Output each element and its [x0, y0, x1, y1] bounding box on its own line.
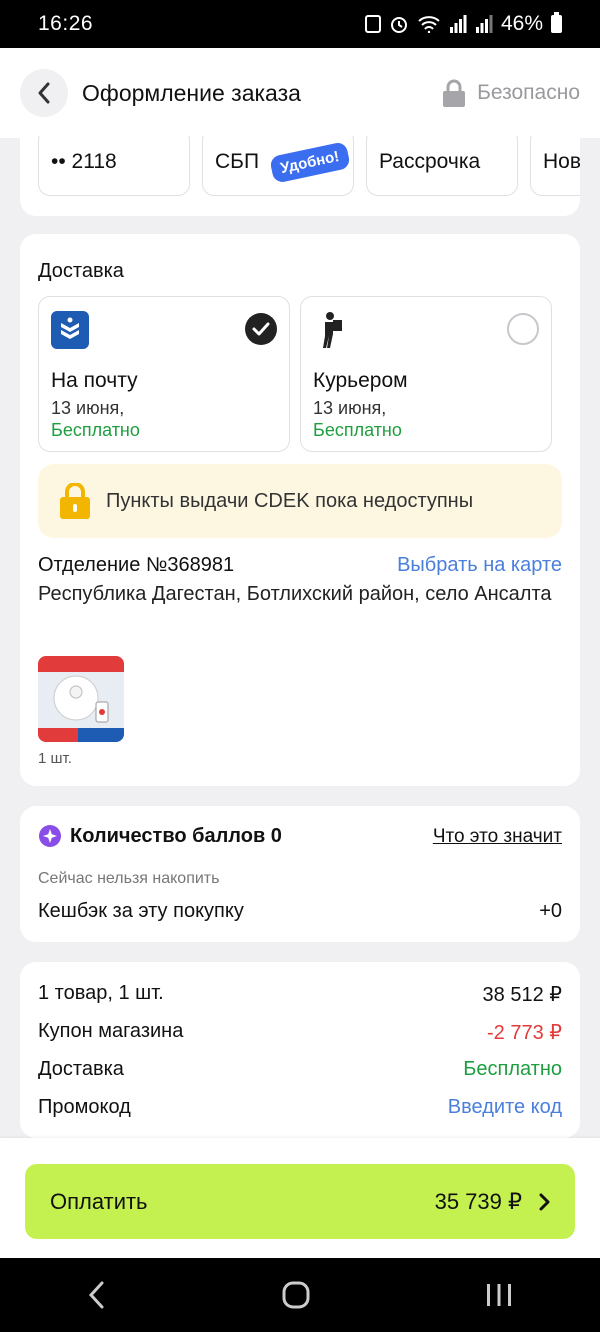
order-summary-card: 1 товар, 1 шт. 38 512 ₽ Купон магазина -…	[20, 962, 580, 1138]
delivery-option-courier[interactable]: Курьером 13 июня, Бесплатно	[300, 296, 552, 452]
russian-post-icon	[51, 311, 89, 354]
payment-methods-card: •• 2118 СБП Удобно! Рассрочка Нова	[20, 136, 580, 216]
payment-option-sbp[interactable]: СБП Удобно!	[202, 136, 354, 196]
summary-items-row: 1 товар, 1 шт. 38 512 ₽	[38, 982, 562, 1007]
payment-option-card[interactable]: •• 2118	[38, 136, 190, 196]
cashback-row: Кешбэк за эту покупку +0	[38, 900, 562, 923]
coupon-value: -2 773 ₽	[487, 1022, 562, 1044]
delivery-label: Доставка	[38, 1058, 124, 1080]
payment-option-installment[interactable]: Рассрочка	[366, 136, 518, 196]
payment-sbp-label: СБП	[215, 150, 260, 173]
delivery-option-name: Курьером	[313, 369, 408, 392]
bottom-pay-panel: Оплатить 35 739 ₽	[0, 1138, 600, 1258]
status-time: 16:26	[38, 12, 94, 35]
chevron-left-icon	[38, 82, 50, 104]
bonus-info-link[interactable]: Что это значит	[433, 826, 562, 848]
pay-button-amount: 35 739 ₽	[434, 1188, 522, 1214]
delivery-option-price: Бесплатно	[313, 420, 402, 440]
delivery-address: Республика Дагестан, Ботлихский район, с…	[38, 583, 552, 605]
courier-icon	[313, 311, 351, 354]
summary-coupon-row: Купон магазина -2 773 ₽	[38, 1020, 562, 1045]
page-title: Оформление заказа	[82, 79, 301, 106]
battery-level: 46%	[500, 12, 543, 35]
sbp-badge: Удобно!	[269, 140, 351, 184]
header: Оформление заказа Безопасно	[0, 48, 600, 138]
cdek-notice: Пункты выдачи CDEK пока недоступны	[38, 464, 562, 538]
promo-label: Промокод	[38, 1096, 131, 1118]
delivery-option-post[interactable]: На почту 13 июня, Бесплатно	[38, 296, 290, 452]
back-button[interactable]	[20, 69, 68, 117]
cdek-notice-text: Пункты выдачи CDEK пока недоступны	[106, 489, 474, 512]
unselected-radio-icon	[507, 313, 539, 345]
summary-promo-row: Промокод Введите код	[38, 1096, 562, 1119]
product-quantity: 1 шт.	[38, 750, 72, 767]
delivery-option-name: На почту	[51, 369, 138, 392]
bonus-title-text: Количество баллов 0	[70, 824, 282, 847]
promo-code-link[interactable]: Введите код	[448, 1096, 562, 1119]
items-value: 38 512 ₽	[482, 984, 562, 1006]
coupon-label: Купон магазина	[38, 1020, 184, 1042]
cashback-value: +0	[539, 900, 562, 922]
payment-installment-label: Рассрочка	[379, 150, 481, 173]
wifi-icon	[418, 16, 440, 33]
signal-icon-2	[475, 15, 493, 33]
lock-icon	[443, 79, 466, 107]
bonus-subtitle: Сейчас нельзя накопить	[38, 870, 220, 887]
product-thumbnail[interactable]	[38, 656, 124, 742]
status-bar: 16:26 46%	[0, 0, 600, 48]
selected-check-icon	[245, 313, 277, 345]
nav-back-icon[interactable]	[87, 1280, 107, 1310]
status-icons: 46%	[364, 12, 562, 36]
summary-delivery-row: Доставка Бесплатно	[38, 1058, 562, 1081]
pay-button-label: Оплатить	[50, 1188, 148, 1214]
delivery-card: Доставка На почту 13 июня, Бесплатно Кур…	[20, 234, 580, 786]
alarm-icon	[390, 17, 407, 33]
cashback-label: Кешбэк за эту покупку	[38, 900, 244, 922]
items-label: 1 товар, 1 шт.	[38, 982, 164, 1004]
system-navigation-bar	[0, 1258, 600, 1332]
payment-option-new[interactable]: Нова	[530, 136, 580, 196]
lock-icon	[60, 483, 90, 519]
delivery-option-price: Бесплатно	[51, 420, 140, 440]
branch-row: Отделение №368981 Выбрать на карте	[38, 554, 562, 577]
secure-text: Безопасно	[477, 81, 580, 104]
nav-home-icon[interactable]	[281, 1280, 311, 1310]
chevron-right-icon	[539, 1193, 550, 1210]
delivery-option-date: 13 июня,	[313, 398, 387, 418]
choose-on-map-link[interactable]: Выбрать на карте	[397, 554, 562, 577]
bonus-card: Количество баллов 0 Что это значит Сейча…	[20, 806, 580, 942]
payment-methods-list: •• 2118 СБП Удобно! Рассрочка Нова	[38, 136, 580, 196]
notification-icon	[364, 15, 381, 33]
bonus-title: Количество баллов 0	[38, 824, 282, 848]
signal-icon	[449, 15, 467, 33]
delivery-value: Бесплатно	[463, 1058, 562, 1080]
sparkle-icon	[39, 825, 61, 847]
nav-recents-icon[interactable]	[485, 1282, 513, 1308]
battery-icon	[551, 12, 562, 33]
branch-name: Отделение №368981	[38, 554, 235, 576]
delivery-title: Доставка	[38, 260, 124, 282]
secure-label: Безопасно	[441, 79, 580, 107]
payment-card-label: •• 2118	[51, 150, 117, 173]
payment-new-label: Нова	[543, 150, 580, 173]
pay-button[interactable]: Оплатить 35 739 ₽	[25, 1164, 575, 1239]
delivery-option-date: 13 июня,	[51, 398, 125, 418]
